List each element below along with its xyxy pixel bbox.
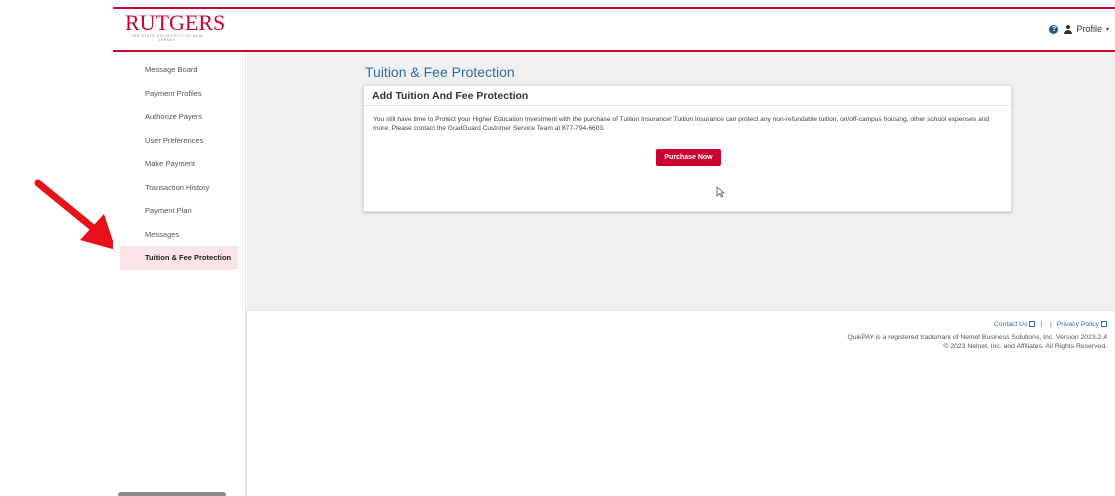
profile-label: Profile: [1076, 24, 1102, 34]
purchase-now-button[interactable]: Purchase Now: [656, 149, 721, 166]
privacy-policy-link[interactable]: Privacy Policy: [1057, 321, 1099, 328]
sidebar-nav: Message Board Payment Profiles Authorize…: [113, 52, 246, 496]
tuition-protection-card: Add Tuition And Fee Protection You still…: [363, 85, 1012, 212]
sidebar-item-transaction-history[interactable]: Transaction History: [113, 176, 245, 200]
annotation-arrow: [34, 179, 116, 250]
external-link-icon: [1101, 321, 1107, 328]
sidebar-item-message-board[interactable]: Message Board: [113, 58, 245, 82]
footer-separator: |: [1040, 321, 1043, 328]
sidebar-item-authorize-payers[interactable]: Authorize Payers: [113, 105, 245, 129]
external-link-icon: [1029, 321, 1036, 328]
footer-divider: [247, 310, 1115, 311]
logo-subtitle: THE STATE UNIVERSITY OF NEW JERSEY: [131, 34, 203, 42]
sidebar-bottom-tab[interactable]: [118, 492, 226, 496]
copyright-text: © 2023 Nelnet, Inc. and Affiliates. All …: [943, 343, 1107, 350]
sidebar-item-make-payment[interactable]: Make Payment: [113, 152, 245, 176]
profile-menu[interactable]: Profile ▾: [1064, 24, 1109, 34]
footer-separator-2: |: [1050, 321, 1052, 328]
logo-wordmark: RUTGERS: [125, 10, 226, 35]
sidebar-item-tuition-fee-protection[interactable]: Tuition & Fee Protection: [120, 246, 238, 270]
page-footer: Contact Us | | Privacy Policy QuikPAY is…: [847, 320, 1107, 352]
card-title: Add Tuition And Fee Protection: [364, 86, 1011, 106]
arrow-shaft: [34, 179, 102, 236]
sidebar-item-payment-profiles[interactable]: Payment Profiles: [113, 82, 245, 106]
card-description: You still have time to Protect your High…: [373, 116, 990, 132]
header-actions: ? Profile ▾: [1049, 24, 1109, 34]
page-title: Tuition & Fee Protection: [365, 64, 515, 80]
sidebar-item-user-preferences[interactable]: User Preferences: [113, 129, 245, 153]
user-icon: [1064, 24, 1073, 34]
contact-us-link[interactable]: Contact Us: [994, 321, 1028, 328]
mouse-cursor-icon: [716, 186, 725, 198]
help-icon[interactable]: ?: [1049, 24, 1059, 34]
sidebar-divider: [246, 310, 247, 496]
sidebar-item-messages[interactable]: Messages: [113, 223, 245, 247]
trademark-text: QuikPAY is a registered trademark of Nel…: [847, 333, 1107, 341]
top-header: RUTGERS THE STATE UNIVERSITY OF NEW JERS…: [113, 7, 1115, 52]
chevron-down-icon: ▾: [1105, 26, 1109, 33]
sidebar-item-payment-plan[interactable]: Payment Plan: [113, 199, 245, 223]
rutgers-logo[interactable]: RUTGERS THE STATE UNIVERSITY OF NEW JERS…: [125, 10, 226, 43]
footer-links: Contact Us | | Privacy Policy: [847, 320, 1107, 330]
